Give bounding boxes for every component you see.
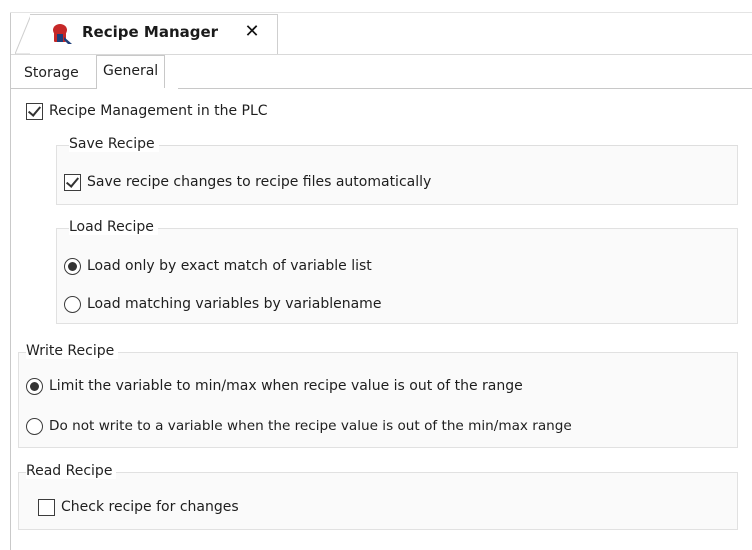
top-border	[10, 12, 752, 13]
recipe-manager-icon	[53, 24, 72, 44]
subtab-gap	[97, 88, 178, 89]
tab-storage[interactable]: Storage	[18, 58, 85, 88]
load-exact-match-radio-button[interactable]	[64, 257, 81, 275]
write-limit-label: Limit the variable to min/max when recip…	[49, 378, 523, 394]
load-by-name-label: Load matching variables by variablename	[87, 296, 382, 312]
tab-title: Recipe Manager	[82, 23, 219, 41]
write-limit-radio-button[interactable]	[26, 377, 43, 395]
load-by-name-radio-button[interactable]	[64, 295, 81, 313]
write-skip-label: Do not write to a variable when the reci…	[49, 418, 572, 434]
save-recipe-title: Save Recipe	[69, 136, 159, 152]
left-border	[10, 12, 11, 550]
write-limit-radio[interactable]: Limit the variable to min/max when recip…	[26, 376, 523, 396]
write-skip-radio-button[interactable]	[26, 417, 43, 435]
tab-general[interactable]: General	[96, 55, 166, 88]
load-exact-match-label: Load only by exact match of variable lis…	[87, 258, 372, 274]
save-recipe-title-line	[160, 145, 738, 146]
read-recipe-title: Read Recipe	[26, 463, 117, 479]
plc-recipe-management-checkbox[interactable]: Recipe Management in the PLC	[26, 101, 268, 121]
check-changes-checkbox-box[interactable]	[38, 498, 55, 516]
load-recipe-title: Load Recipe	[69, 219, 158, 235]
plc-checkbox-label: Recipe Management in the PLC	[49, 103, 268, 119]
write-skip-radio[interactable]: Do not write to a variable when the reci…	[26, 416, 572, 436]
write-recipe-title: Write Recipe	[26, 343, 119, 359]
auto-save-checkbox-box[interactable]	[64, 173, 81, 191]
load-by-name-radio[interactable]: Load matching variables by variablename	[64, 294, 381, 314]
check-changes-checkbox[interactable]: Check recipe for changes	[38, 497, 239, 517]
load-exact-match-radio[interactable]: Load only by exact match of variable lis…	[64, 256, 372, 276]
close-icon[interactable]: ✕	[242, 22, 262, 42]
auto-save-checkbox[interactable]: Save recipe changes to recipe files auto…	[64, 172, 431, 192]
plc-checkbox-box[interactable]	[26, 102, 43, 120]
check-changes-label: Check recipe for changes	[61, 499, 239, 515]
auto-save-label: Save recipe changes to recipe files auto…	[87, 174, 432, 190]
recipe-manager-window: Recipe Manager ✕ Storage General Recipe …	[0, 0, 752, 550]
